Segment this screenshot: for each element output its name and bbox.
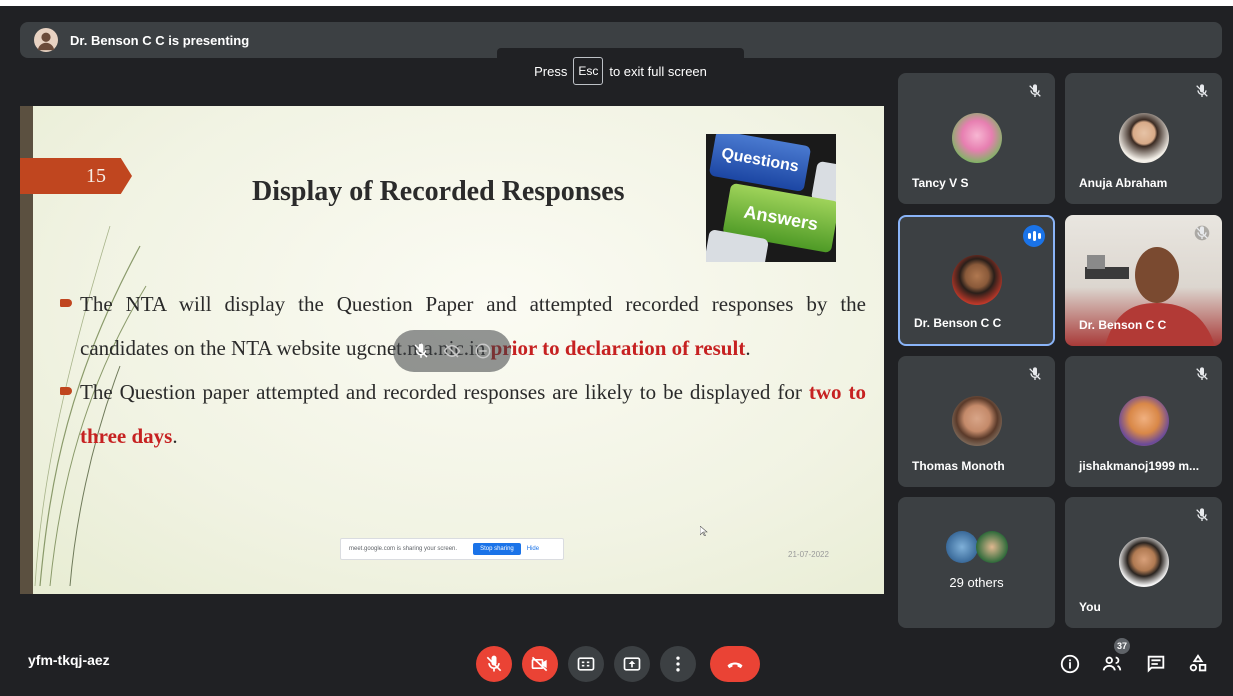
meeting-details-button[interactable] <box>1058 652 1082 676</box>
participant-name: Dr. Benson C C <box>914 316 1002 330</box>
presenter-avatar-icon <box>34 28 58 52</box>
stop-sharing-button[interactable]: Stop sharing <box>473 543 521 555</box>
visibility-off-icon[interactable] <box>443 342 461 360</box>
activities-button[interactable] <box>1186 652 1210 676</box>
hide-button[interactable]: Hide <box>527 546 539 552</box>
participant-tile[interactable]: jishakmanoj1999 m... <box>1065 356 1222 487</box>
others-avatar-1 <box>946 531 978 563</box>
questions-key: Questions <box>708 134 812 192</box>
participant-name: You <box>1079 600 1101 614</box>
camera-toggle-button[interactable] <box>522 646 558 682</box>
slide-number: 15 <box>20 158 132 194</box>
mic-off-icon <box>1194 225 1210 241</box>
presenter-tile-controls <box>393 330 511 372</box>
people-button[interactable] <box>1100 652 1124 676</box>
participant-tile[interactable]: Tancy V S <box>898 73 1055 204</box>
participant-video-tile[interactable]: Dr. Benson C C <box>1065 215 1222 346</box>
participant-name: Thomas Monoth <box>912 459 1005 473</box>
participant-tile-active[interactable]: Dr. Benson C C <box>898 215 1055 346</box>
mic-toggle-button[interactable] <box>476 646 512 682</box>
slide-date: 21-07-2022 <box>788 550 829 559</box>
mic-off-icon <box>1196 508 1208 521</box>
self-tile[interactable]: You <box>1065 497 1222 628</box>
bullet-marker-icon <box>60 299 72 307</box>
leave-call-button[interactable] <box>710 646 760 682</box>
activities-icon <box>1189 654 1207 672</box>
participant-name: jishakmanoj1999 m... <box>1079 459 1200 473</box>
captions-icon <box>577 657 595 671</box>
share-notice-text: meet.google.com is sharing your screen. <box>349 546 458 552</box>
woman-avatar <box>1118 113 1169 163</box>
fullscreen-toast: Press Esc to exit full screen <box>497 48 744 94</box>
screen-share-notice: meet.google.com is sharing your screen. … <box>340 538 564 560</box>
man-avatar <box>1118 537 1169 587</box>
man-avatar <box>951 255 1002 305</box>
man-avatar <box>951 396 1002 446</box>
remove-icon[interactable] <box>474 342 492 360</box>
chat-button[interactable] <box>1144 652 1168 676</box>
mic-off-icon <box>1196 367 1208 380</box>
captions-button[interactable] <box>568 646 604 682</box>
bullet-item: The Question paper attempted and recorde… <box>60 370 866 458</box>
person-avatar <box>1118 396 1169 446</box>
top-edge <box>0 0 1233 6</box>
flower-avatar <box>951 113 1002 163</box>
speaking-indicator-icon <box>1023 225 1045 247</box>
camera-off-icon <box>531 656 548 672</box>
bullet-marker-icon <box>60 387 72 395</box>
chat-icon <box>1147 655 1165 673</box>
participant-tile[interactable]: Anuja Abraham <box>1065 73 1222 204</box>
participant-name: Tancy V S <box>912 176 969 190</box>
people-icon <box>1102 656 1122 671</box>
participant-name: Anuja Abraham <box>1079 176 1168 190</box>
esc-key-badge: Esc <box>573 57 604 85</box>
mic-off-icon <box>1029 84 1041 97</box>
meeting-code: yfm-tkqj-aez <box>28 652 110 668</box>
others-tile[interactable]: 29 others <box>898 497 1055 628</box>
questions-answers-image: Questions Answers <box>706 134 836 262</box>
end-call-icon <box>727 662 743 669</box>
participant-count-badge: 37 <box>1114 638 1130 654</box>
others-avatar-2 <box>976 531 1008 563</box>
present-button[interactable] <box>614 646 650 682</box>
mic-off-icon <box>1029 367 1041 380</box>
mic-off-icon <box>486 655 502 672</box>
present-icon <box>623 657 641 671</box>
info-icon <box>1060 654 1080 674</box>
others-count: 29 others <box>949 575 1004 590</box>
more-options-button[interactable] <box>660 646 696 682</box>
mic-off-icon <box>1196 84 1208 97</box>
participant-tile[interactable]: Thomas Monoth <box>898 356 1055 487</box>
mouse-cursor-icon <box>700 526 708 536</box>
more-icon <box>676 656 680 672</box>
mic-off-icon[interactable] <box>412 342 430 360</box>
participant-name: Dr. Benson C C <box>1079 318 1167 332</box>
presenting-label: Dr. Benson C C is presenting <box>70 32 250 48</box>
slide-title: Display of Recorded Responses <box>252 176 625 207</box>
